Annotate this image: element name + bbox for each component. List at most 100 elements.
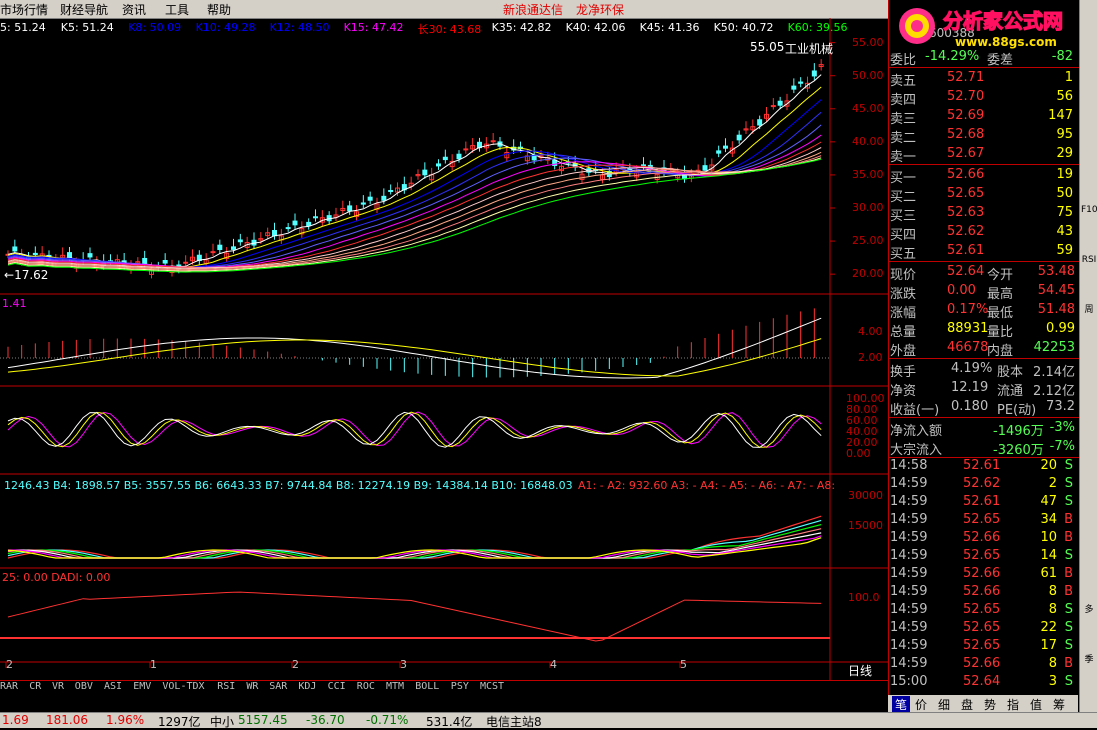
indicator-tab[interactable]: ROC <box>357 681 375 692</box>
vol-ribbon-line <box>7 524 822 559</box>
separator <box>889 67 1079 68</box>
flow-value: -1496万 <box>993 424 1044 439</box>
stat-row: 换手 4.19% 股本 2.14亿 <box>889 360 1079 380</box>
price-axis-label: 55.00 <box>852 35 884 49</box>
menu-item-news[interactable]: 资讯 <box>122 1 146 18</box>
quote-bottom-tabs: 笔价细盘势指值筹 <box>888 695 1078 713</box>
indicator-tab[interactable]: OBV <box>75 681 93 692</box>
candle-body <box>306 221 312 227</box>
stat-label: 总量 <box>890 325 917 340</box>
quote-tab[interactable]: 细 <box>938 696 950 713</box>
menu-item-finance-nav[interactable]: 财经导航 <box>60 1 108 18</box>
right-toolbar-button[interactable]: 季 <box>1081 650 1097 670</box>
quote-tab[interactable]: 盘 <box>961 696 973 713</box>
vol-axis-label: 30000 <box>848 489 883 502</box>
ma-legend-item: K40: 42.06 <box>565 21 626 34</box>
indicator-tab[interactable]: VOL-TDX <box>162 681 204 692</box>
stat-value: 54.45 <box>1037 283 1075 298</box>
menu-item-sina[interactable]: 新浪通达信 <box>503 1 563 18</box>
menu-item-tools[interactable]: 工具 <box>165 1 189 18</box>
stat-label: 换手 <box>890 365 917 380</box>
tick-row: 14:59 52.66 8 B <box>889 655 1079 674</box>
vol-ribbon-line <box>7 535 822 559</box>
quote-panel: 600388 委比 -14.29% 委差 -82 卖五 52.71 1 卖四 52.70 56 卖三 5… <box>888 0 1079 727</box>
candle-body <box>770 105 776 108</box>
tick-side: S <box>1064 458 1073 473</box>
ma-line <box>7 134 822 268</box>
indicator-tab[interactable]: BOLL <box>415 681 439 692</box>
menu-item-help[interactable]: 帮助 <box>207 1 231 18</box>
bid-price: 52.65 <box>947 186 985 201</box>
vol-axis-label: 15000 <box>848 519 883 532</box>
tick-volume: 20 <box>1040 458 1057 473</box>
quote-tab[interactable]: 笔 <box>892 696 911 713</box>
stat-row: 收益(一) 0.180 PE(动) 73.2 <box>889 398 1079 418</box>
ask-volume: 29 <box>1056 146 1073 161</box>
candle-body <box>736 134 742 141</box>
ask-price: 52.71 <box>947 70 985 85</box>
indicator-tab[interactable]: CR <box>29 681 41 692</box>
stat-label: 现价 <box>890 268 917 283</box>
quote-tab[interactable]: 势 <box>984 696 996 713</box>
quote-tab[interactable]: 价 <box>915 696 927 713</box>
tick-row: 14:59 52.61 47 S <box>889 493 1079 512</box>
indicator-tab[interactable]: RAR <box>0 681 18 692</box>
tick-price: 52.66 <box>963 656 1001 671</box>
tick-time: 14:59 <box>890 476 928 491</box>
logo-title: 分析家公式网 <box>943 9 1063 33</box>
candle-body <box>490 140 496 143</box>
indicator-tab[interactable]: RSI <box>217 681 235 692</box>
ma-legend-item: K8: 50.09 <box>128 21 182 34</box>
right-toolbar-button[interactable]: RSI <box>1081 250 1097 270</box>
price-axis-label: 30.00 <box>852 201 884 214</box>
right-toolbar-button[interactable]: 周 <box>1081 300 1097 320</box>
ask-price: 52.67 <box>947 146 985 161</box>
candle-body <box>272 230 277 237</box>
indicator-tab[interactable]: VR <box>52 681 64 692</box>
indicator-tab[interactable]: MCST <box>480 681 504 692</box>
ask-label: 卖一 <box>890 150 917 165</box>
stat-label: 内盘 <box>987 344 1014 359</box>
quote-tab[interactable]: 值 <box>1030 696 1042 713</box>
tick-side: S <box>1064 638 1073 653</box>
candle-body <box>381 195 387 201</box>
macd-dea-line <box>7 338 822 377</box>
indicator-tab[interactable]: ASI <box>104 681 122 692</box>
x-axis-label: 4 <box>550 658 557 671</box>
site-logo: 分析家公式网 www.88gs.com <box>899 8 1064 49</box>
indicator-tab[interactable]: EMV <box>133 681 151 692</box>
ma-legend-item: K10: 49.28 <box>195 21 256 34</box>
right-toolbar-button[interactable]: 多 <box>1081 600 1097 620</box>
indicator-tab[interactable]: PSY <box>451 681 469 692</box>
indicator-tab[interactable]: MTM <box>386 681 404 692</box>
stat-value: 2.12亿 <box>1033 384 1075 399</box>
status-item: -0.71% <box>366 713 409 727</box>
menu-item-market[interactable]: 市场行情 <box>0 1 48 18</box>
tick-side: B <box>1064 530 1073 545</box>
period-label[interactable]: 日线 <box>848 662 872 679</box>
kline-chart-area[interactable] <box>0 18 888 680</box>
indicator-tab[interactable]: KDJ <box>298 681 316 692</box>
tick-volume: 14 <box>1040 548 1057 563</box>
stat-value: 53.48 <box>1037 264 1075 279</box>
candle-body <box>32 252 38 256</box>
stat-value: 4.19% <box>951 361 993 376</box>
stat-label: 外盘 <box>890 344 917 359</box>
candle-body <box>360 202 366 205</box>
quote-tab[interactable]: 指 <box>1007 696 1019 713</box>
tick-side: S <box>1064 548 1073 563</box>
status-item: 1.69 <box>2 713 29 727</box>
indicator-tab[interactable]: WR <box>246 681 258 692</box>
status-item: -36.70 <box>306 713 345 727</box>
candle-body <box>442 156 448 161</box>
indicator-tab[interactable]: CCI <box>328 681 346 692</box>
stat-label: 收益(一) <box>890 403 940 418</box>
indicator-tab[interactable]: SAR <box>269 681 287 692</box>
bid-row: 买五 52.61 59 <box>889 242 1079 262</box>
quote-tab[interactable]: 筹 <box>1053 696 1065 713</box>
stat-label: 涨跌 <box>890 287 917 302</box>
tick-time: 14:59 <box>890 620 928 635</box>
bid-label: 买五 <box>890 247 917 262</box>
stat-label: 涨幅 <box>890 306 917 321</box>
right-toolbar-button[interactable]: F10 <box>1081 200 1097 220</box>
